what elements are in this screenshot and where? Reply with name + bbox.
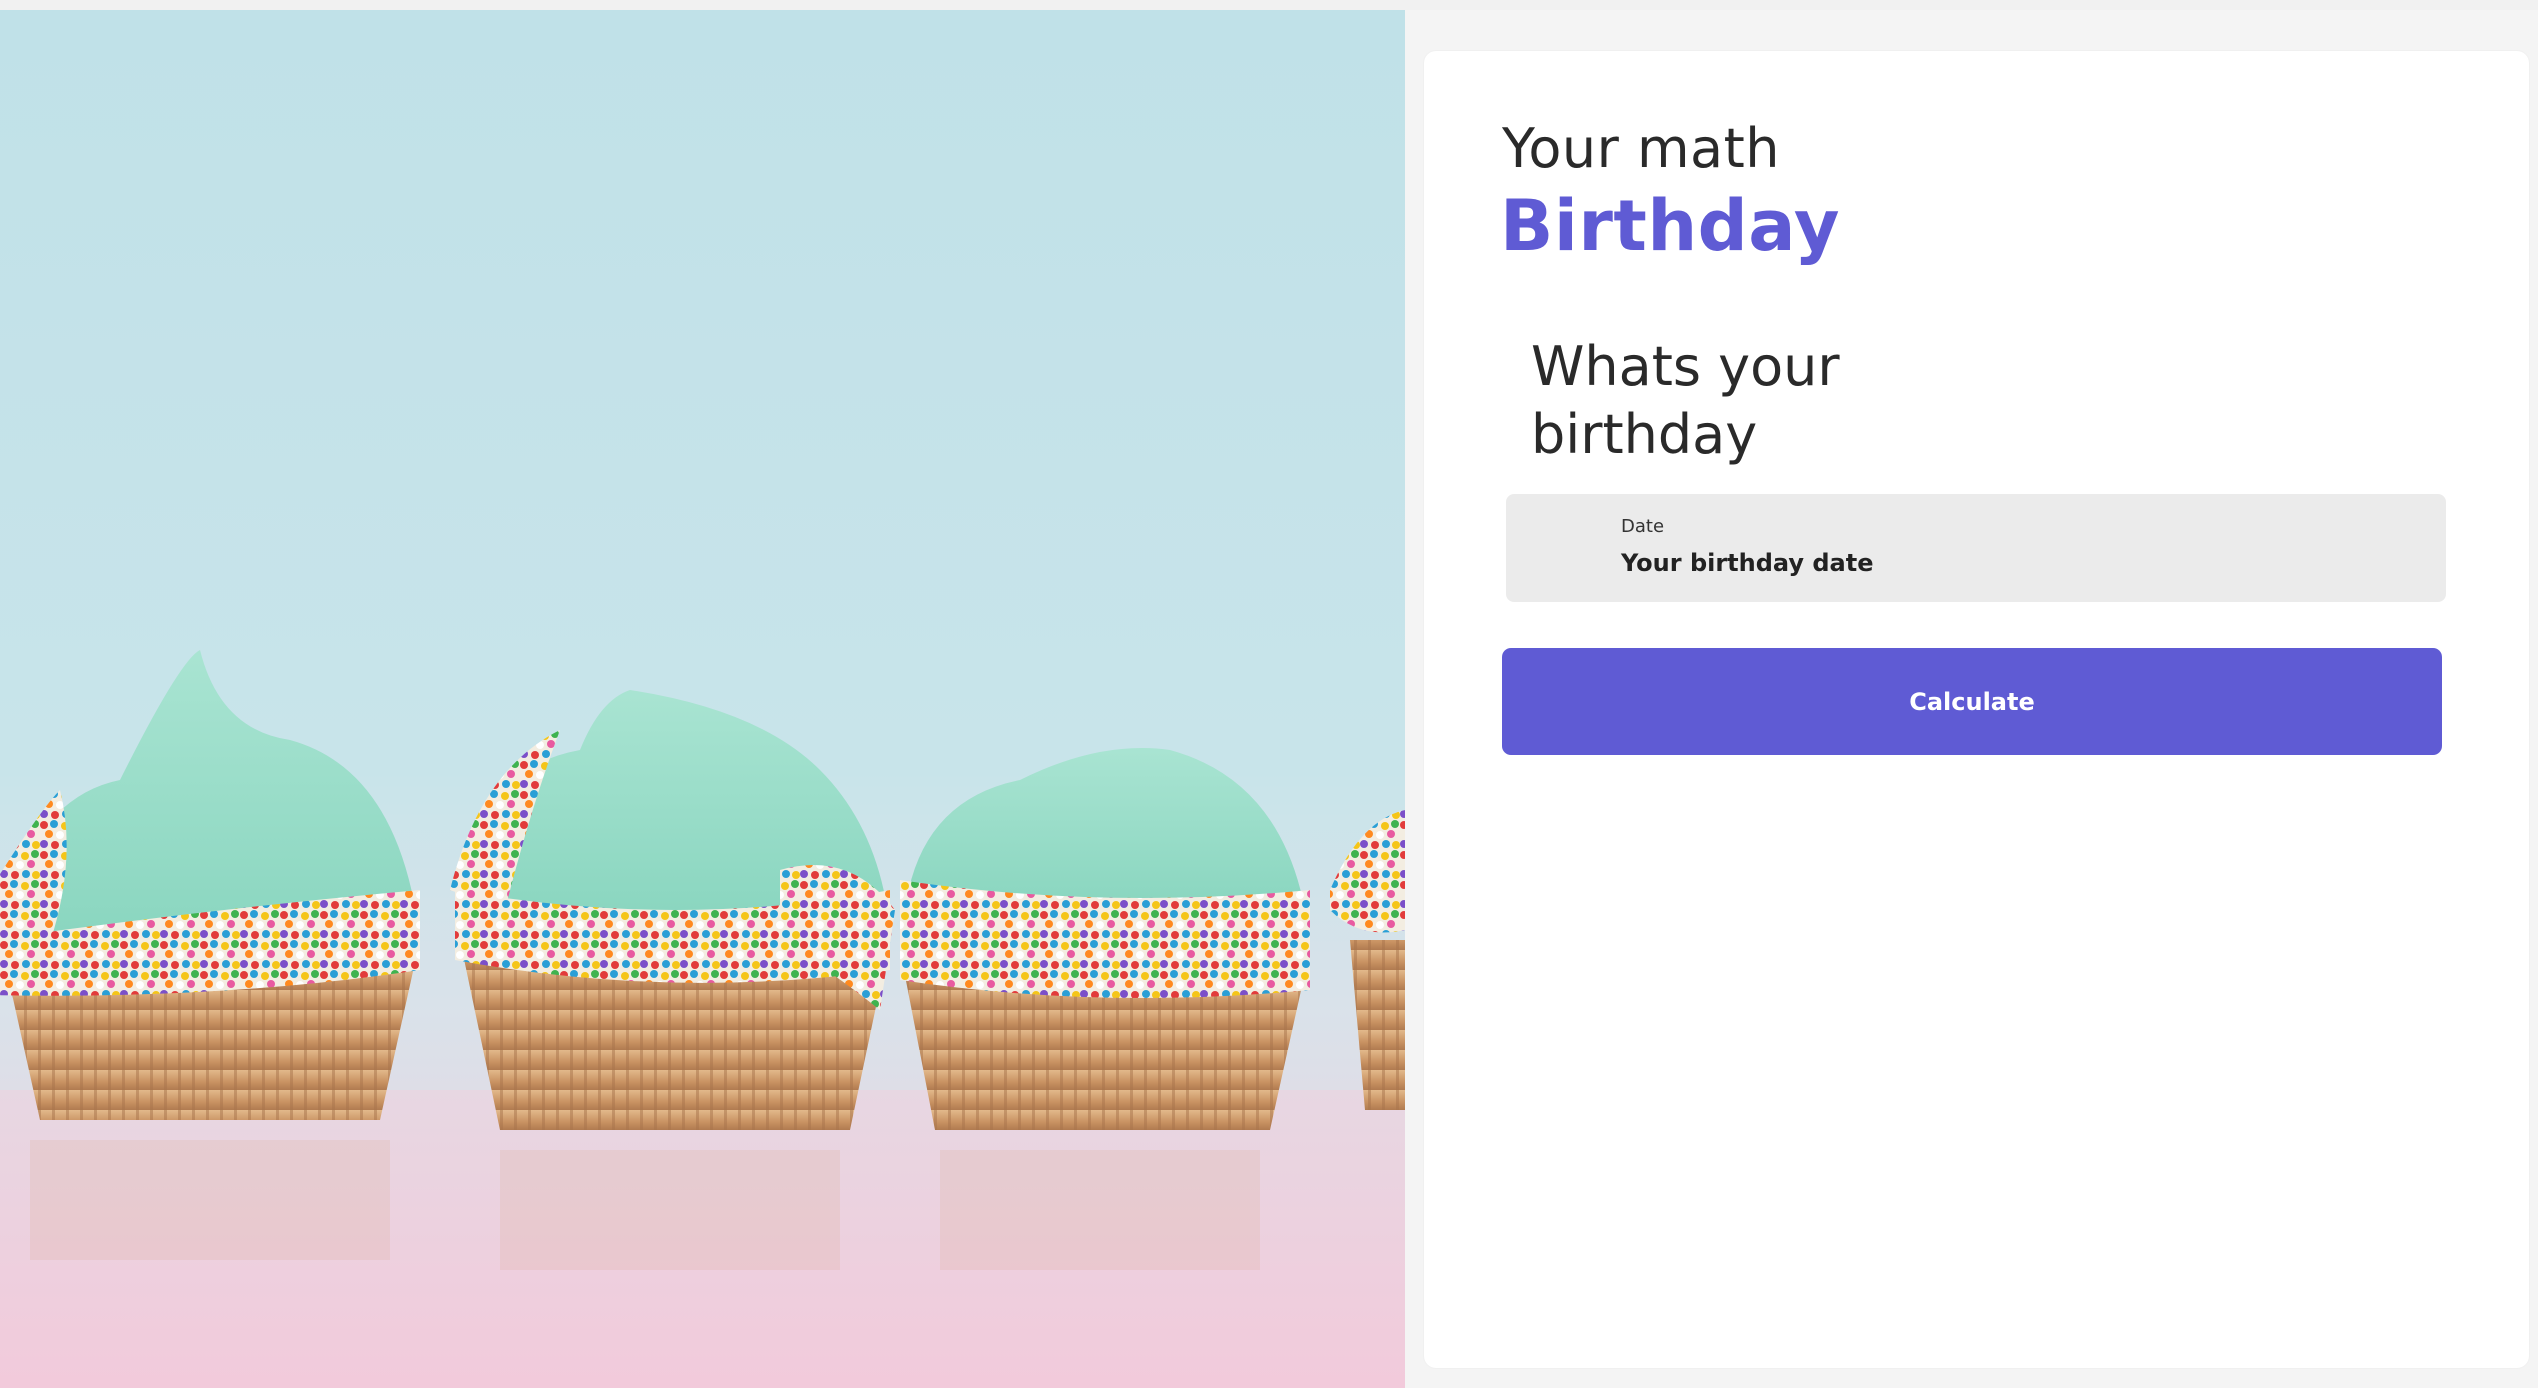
eyebrow-title: Your math: [1502, 117, 1781, 180]
date-field-placeholder: Your birthday date: [1621, 549, 1874, 577]
page-title: Birthday: [1500, 185, 1840, 267]
calculate-button[interactable]: Calculate: [1502, 648, 2442, 755]
date-field-label: Date: [1621, 516, 1665, 537]
form-panel: Your math Birthday Whats your birthday D…: [1424, 51, 2529, 1368]
cupcakes-illustration: [0, 10, 1405, 1388]
cupcake-3: [900, 748, 1310, 1130]
question-heading: Whats your birthday: [1531, 335, 1840, 466]
hero-image: [0, 10, 1405, 1388]
top-strip: [0, 0, 2538, 10]
birthday-date-field[interactable]: Date Your birthday date: [1506, 494, 2446, 602]
